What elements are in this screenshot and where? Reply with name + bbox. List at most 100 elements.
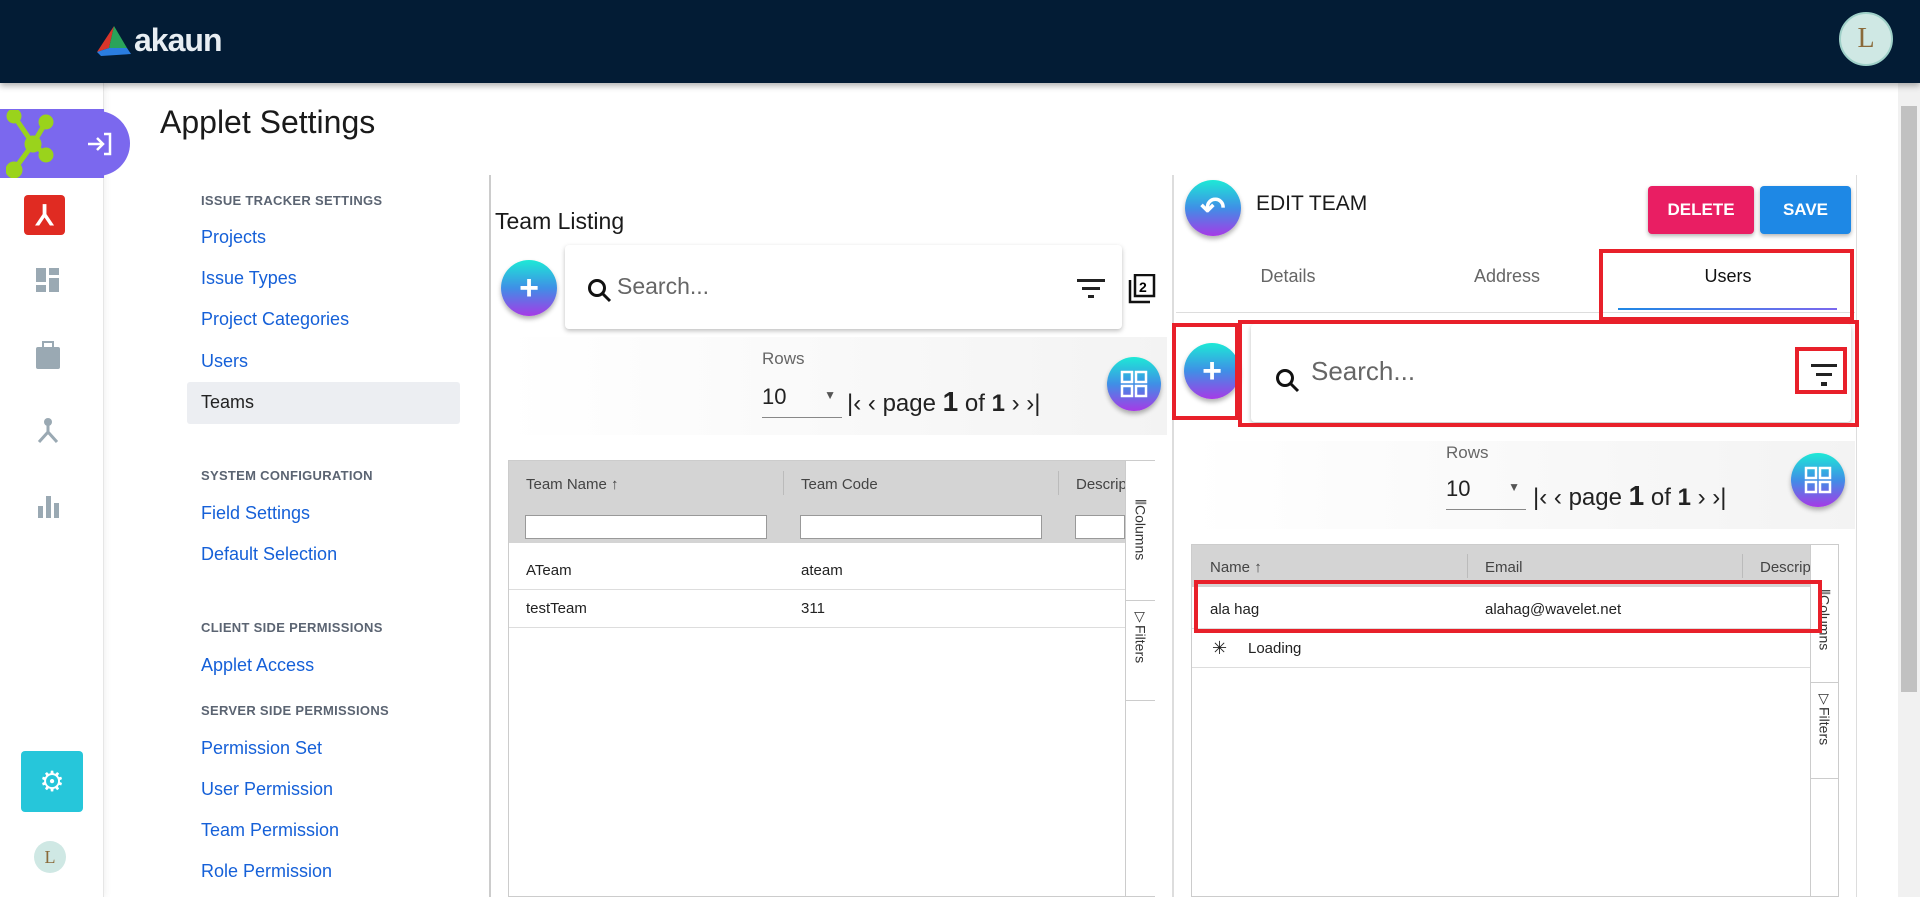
nav-issue-types[interactable]: Issue Types: [201, 268, 297, 289]
nav-default-selection[interactable]: Default Selection: [201, 544, 337, 565]
rail-avatar[interactable]: L: [34, 841, 66, 873]
column-description[interactable]: Descrip: [1076, 476, 1125, 493]
table-header: Team Name ↑ Team Code Descrip: [509, 461, 1125, 543]
cell-email: alahag@wavelet.net: [1485, 601, 1622, 618]
current-page: 1: [942, 386, 959, 417]
columns-tool-tab[interactable]: ⦀ Columns: [1126, 491, 1155, 601]
nav-users[interactable]: Users: [201, 351, 248, 372]
nav-project-categories[interactable]: Project Categories: [201, 309, 349, 330]
last-page-icon[interactable]: ›|: [1026, 390, 1040, 417]
column-team-name[interactable]: Team Name ↑: [526, 476, 619, 493]
prev-page-icon[interactable]: ‹: [868, 390, 876, 417]
filter-icon[interactable]: [1811, 364, 1837, 386]
column-separator: [783, 471, 784, 495]
delete-button[interactable]: DELETE: [1648, 186, 1754, 234]
page-word: page: [882, 390, 936, 417]
cell-team-code: 311: [801, 600, 825, 617]
settings-button[interactable]: ⚙: [21, 751, 83, 812]
filters-label: Filters: [1816, 707, 1833, 746]
rows-per-page-select[interactable]: 10 ▼: [1446, 472, 1526, 510]
brand-logo[interactable]: akaun: [97, 22, 222, 59]
user-avatar[interactable]: L: [1839, 12, 1893, 66]
column-name[interactable]: Name ↑: [1210, 559, 1262, 576]
first-page-icon[interactable]: |‹: [847, 390, 861, 417]
table-header: Name ↑ Email Descrip: [1192, 545, 1810, 587]
loading-text: Loading: [1248, 640, 1302, 657]
page-scrollbar[interactable]: [1898, 83, 1920, 897]
current-page: 1: [1628, 480, 1645, 511]
edit-team-title: EDIT TEAM: [1256, 192, 1368, 215]
add-team-button[interactable]: +: [501, 260, 557, 316]
table-row[interactable]: testTeam 311: [509, 590, 1125, 628]
back-button[interactable]: ↶: [1185, 180, 1241, 236]
columns-tool-tab[interactable]: ⦀ Columns: [1811, 581, 1838, 683]
nav-projects[interactable]: Projects: [201, 227, 266, 248]
tab-address[interactable]: Address: [1474, 266, 1540, 287]
grid-icon: [1804, 466, 1832, 494]
grid-view-button[interactable]: [1107, 357, 1161, 411]
nav-permission-set[interactable]: Permission Set: [201, 738, 322, 759]
brand-name: akaun: [134, 22, 222, 58]
active-tab-indicator: [1618, 308, 1837, 310]
column-separator: [1742, 554, 1743, 578]
column-description[interactable]: Descrip: [1760, 559, 1810, 576]
svg-text:2: 2: [1139, 279, 1147, 295]
team-name-filter-input[interactable]: [525, 515, 767, 539]
table-row[interactable]: ala hag alahag@wavelet.net: [1192, 589, 1810, 629]
nav-section-client-side-permissions: CLIENT SIDE PERMISSIONS: [201, 620, 383, 635]
red-app-icon[interactable]: ⅄: [24, 195, 65, 235]
user-pager: |‹ ‹ page 1 of 1 › ›|: [1533, 480, 1727, 512]
spinner-icon: ✳: [1212, 638, 1228, 658]
grid-icon: [1120, 370, 1148, 398]
team-search-box[interactable]: Search...: [565, 245, 1122, 329]
bar-chart-icon[interactable]: [38, 496, 60, 518]
table-side-bar: ⦀ Columns ▽ Filters: [1810, 545, 1838, 896]
team-code-filter-input[interactable]: [800, 515, 1042, 539]
nav-section-system-configuration: SYSTEM CONFIGURATION: [201, 468, 373, 483]
description-filter-input[interactable]: [1075, 515, 1125, 539]
grid-view-button[interactable]: [1791, 453, 1845, 507]
tab-details[interactable]: Details: [1260, 266, 1315, 287]
column-label: Name: [1210, 559, 1251, 576]
rows-label: Rows: [1446, 443, 1489, 462]
add-user-button[interactable]: +: [1184, 343, 1240, 399]
tabs-divider: [1176, 312, 1855, 313]
bag-icon[interactable]: [36, 341, 60, 369]
nav-applet-access[interactable]: Applet Access: [201, 655, 314, 676]
rows-per-page-select[interactable]: 10 ▼: [762, 380, 842, 418]
table-row[interactable]: ATeam ateam: [509, 552, 1125, 590]
user-search-box[interactable]: Search...: [1251, 324, 1851, 422]
dashboard-icon[interactable]: [36, 268, 60, 292]
save-button[interactable]: SAVE: [1760, 186, 1851, 234]
team-listing-title: Team Listing: [495, 208, 625, 234]
filters-tool-tab[interactable]: ▽ Filters: [1811, 683, 1838, 779]
nav-team-permission[interactable]: Team Permission: [201, 820, 339, 841]
first-page-icon[interactable]: |‹: [1533, 484, 1547, 511]
column-count-icon[interactable]: 2: [1128, 274, 1156, 304]
column-email[interactable]: Email: [1485, 559, 1523, 576]
nav-user-permission[interactable]: User Permission: [201, 779, 333, 800]
next-page-icon[interactable]: ›: [1012, 390, 1020, 417]
exit-applet-button[interactable]: [70, 111, 130, 176]
back-arrow-icon: ↶: [1200, 191, 1226, 225]
filter-icon[interactable]: [1077, 279, 1105, 299]
nav-field-settings[interactable]: Field Settings: [201, 503, 310, 524]
column-team-code[interactable]: Team Code: [801, 476, 878, 493]
avatar-initial: L: [1857, 23, 1875, 54]
prev-page-icon[interactable]: ‹: [1554, 484, 1562, 511]
table-side-bar: ⦀ Columns ▽ Filters: [1125, 461, 1155, 896]
search-icon: [1276, 369, 1300, 393]
total-pages: 1: [1677, 484, 1691, 511]
nav-role-permission[interactable]: Role Permission: [201, 861, 332, 882]
funnel-icon: ▽: [1132, 609, 1149, 625]
akaun-logo-icon: [97, 25, 131, 56]
next-page-icon[interactable]: ›: [1698, 484, 1706, 511]
hierarchy-icon[interactable]: [36, 418, 60, 446]
network-icon: [6, 110, 54, 178]
nav-teams[interactable]: Teams: [201, 392, 254, 413]
divider: [489, 175, 491, 897]
tab-users[interactable]: Users: [1704, 266, 1751, 287]
last-page-icon[interactable]: ›|: [1712, 484, 1726, 511]
filters-tool-tab[interactable]: ▽ Filters: [1126, 601, 1155, 701]
scrollbar-thumb[interactable]: [1901, 106, 1917, 692]
